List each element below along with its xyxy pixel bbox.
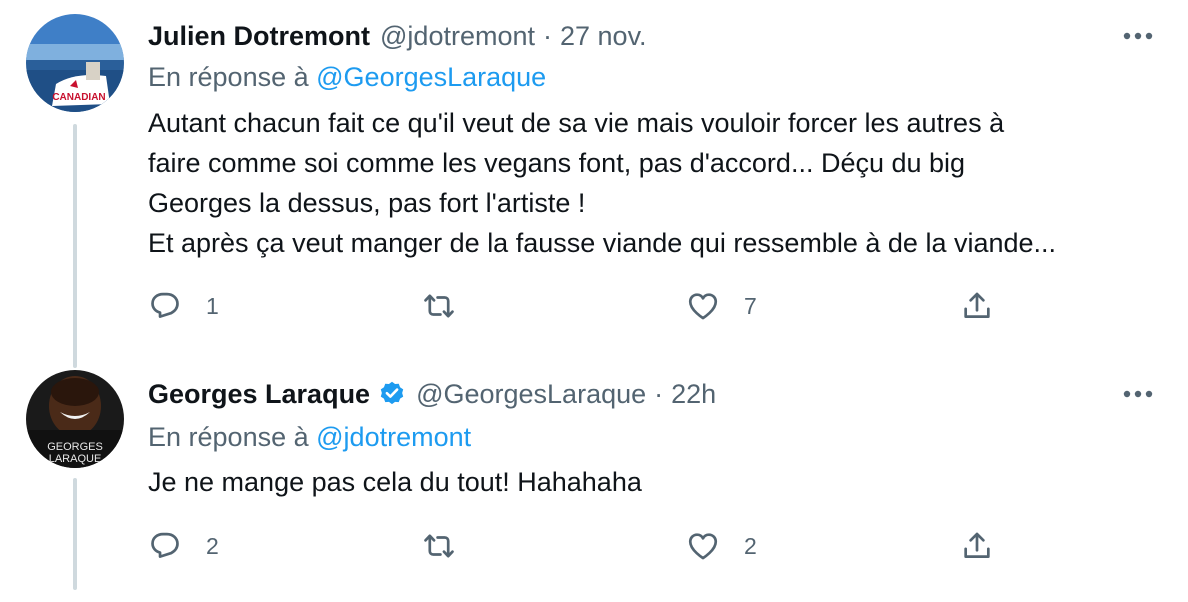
reply-context: En réponse à @GeorgesLaraque <box>148 62 546 93</box>
avatar-image: CANADIAN <box>26 14 124 112</box>
retweet-button[interactable] <box>422 524 480 568</box>
share-icon <box>964 292 990 318</box>
tweet-text-line: Autant chacun fait ce qu'il veut de sa v… <box>148 108 1005 138</box>
more-horizontal-icon <box>1123 390 1153 398</box>
tweet[interactable]: GEORGES LARAQUE Georges Laraque @Georges… <box>0 360 1188 602</box>
avatar-brand-text: CANADIAN <box>52 92 105 103</box>
timestamp[interactable]: 27 nov. <box>560 21 647 52</box>
share-button[interactable] <box>960 284 994 328</box>
reply-icon <box>151 292 179 318</box>
more-horizontal-icon <box>1123 32 1153 40</box>
tweet-text-line: faire comme soi comme les vegans font, p… <box>148 148 966 178</box>
like-icon <box>688 293 718 320</box>
author-handle[interactable]: @jdotremont <box>380 21 535 52</box>
reply-prefix: En réponse à <box>148 422 309 452</box>
avatar-book-title: GEORGES <box>47 441 103 453</box>
author-name[interactable]: Julien Dotremont <box>148 21 370 52</box>
tweet-text-line: Et après ça veut manger de la fausse via… <box>148 228 1057 258</box>
avatar-image: GEORGES LARAQUE <box>26 370 124 468</box>
separator: · <box>543 20 552 51</box>
tweet-actions: 1 7 <box>148 284 1148 328</box>
like-button[interactable]: 7 <box>686 284 757 328</box>
reply-icon <box>151 532 179 558</box>
like-count: 7 <box>744 292 757 319</box>
reply-count: 2 <box>206 532 219 559</box>
retweet-icon <box>424 294 454 318</box>
like-count: 2 <box>744 532 757 559</box>
like-icon <box>688 533 718 560</box>
more-button[interactable] <box>1118 374 1158 414</box>
retweet-icon <box>424 534 454 558</box>
tweet-actions: 2 2 <box>148 524 1148 568</box>
reply-button[interactable]: 1 <box>148 284 219 328</box>
reply-count: 1 <box>206 292 219 319</box>
like-button[interactable]: 2 <box>686 524 757 568</box>
tweet-text: Je ne mange pas cela du tout! Hahahaha <box>148 462 1158 502</box>
separator: · <box>654 378 664 409</box>
avatar[interactable]: GEORGES LARAQUE <box>26 370 124 468</box>
reply-mention-link[interactable]: @GeorgesLaraque <box>316 62 546 92</box>
timestamp[interactable]: 22h <box>671 379 716 410</box>
author-handle[interactable]: @GeorgesLaraque <box>416 379 646 410</box>
reply-context: En réponse à @jdotremont <box>148 422 471 453</box>
tweet-text-line: Je ne mange pas cela du tout! Hahahaha <box>148 467 642 497</box>
reply-prefix: En réponse à <box>148 62 309 92</box>
tweet-header: Julien Dotremont @jdotremont · 27 nov. <box>148 16 647 56</box>
author-name[interactable]: Georges Laraque <box>148 379 370 410</box>
reply-mention-link[interactable]: @jdotremont <box>316 422 471 452</box>
tweet-text: Autant chacun fait ce qu'il veut de sa v… <box>148 103 1158 263</box>
retweet-button[interactable] <box>422 284 480 328</box>
share-button[interactable] <box>960 524 994 568</box>
verified-badge-icon <box>380 381 404 405</box>
tweet-text-line: Georges la dessus, pas fort l'artiste ! <box>148 188 586 218</box>
tweet-header: Georges Laraque @GeorgesLaraque · 22h <box>148 374 716 414</box>
avatar[interactable]: CANADIAN <box>26 14 124 112</box>
share-icon <box>964 532 990 558</box>
avatar-book-title: LARAQUE <box>49 453 102 465</box>
tweet[interactable]: CANADIAN Julien Dotremont @jdotremont · … <box>0 0 1188 360</box>
more-button[interactable] <box>1118 16 1158 56</box>
reply-button[interactable]: 2 <box>148 524 219 568</box>
